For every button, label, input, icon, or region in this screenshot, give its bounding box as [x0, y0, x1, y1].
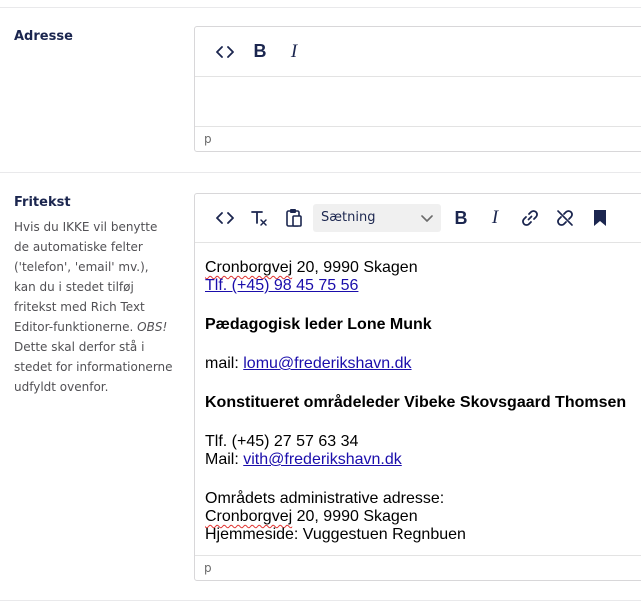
- fritekst-content[interactable]: Cronborgvej 20, 9990 Skagen Tlf. (+45) 9…: [205, 259, 626, 544]
- description-text-2: Dette skal derfor stå i stedet for infor…: [14, 340, 173, 394]
- fritekst-label: Fritekst: [14, 195, 71, 210]
- acting-heading: Konstitueret områdeleder Vibeke Skovsgaa…: [205, 394, 627, 411]
- italic-icon[interactable]: I: [278, 27, 310, 76]
- fritekst-description: Hvis du IKKE vil benytte de automatiske …: [14, 217, 174, 397]
- address-rest: 20, 9990 Skagen: [292, 259, 418, 276]
- adresse-label: Adresse: [14, 29, 73, 44]
- fritekst-toolbar: Sætning B I: [195, 194, 641, 243]
- element-path[interactable]: p: [204, 561, 212, 575]
- admin-address-line: Cronborgvej 20, 9990 Skagen: [205, 508, 626, 526]
- leader-heading: Pædagogisk leder Lone Munk: [205, 316, 432, 333]
- paste-icon[interactable]: [278, 194, 310, 242]
- description-text: Hvis du IKKE vil benytte de automatiske …: [14, 220, 158, 334]
- address-street: Cronborgvej: [205, 259, 293, 276]
- phone-line: Tlf. (+45) 27 57 63 34: [205, 433, 359, 450]
- mail2-line: Mail: vith@frederikshavn.dk: [205, 451, 626, 469]
- bookmark-icon[interactable]: [584, 194, 616, 242]
- fritekst-editor: Sætning B I Cronborgvej 20, 9990 Skagen …: [194, 193, 641, 581]
- unlink-icon[interactable]: [549, 194, 581, 242]
- mail-link[interactable]: lomu@frederikshavn.dk: [243, 355, 411, 372]
- mail-line: mail: lomu@frederikshavn.dk: [205, 355, 626, 373]
- middle-divider: [0, 172, 641, 173]
- adresse-statusbar: p: [195, 126, 641, 151]
- remove-format-icon[interactable]: [243, 194, 275, 242]
- mail2-link[interactable]: vith@frederikshavn.dk: [243, 451, 402, 468]
- adresse-content-area[interactable]: [195, 77, 641, 126]
- link-icon[interactable]: [514, 194, 546, 242]
- homepage-line: Hjemmeside: Vuggestuen Regnbuen: [205, 526, 466, 543]
- code-icon[interactable]: [209, 194, 241, 242]
- chevron-down-icon: [421, 212, 433, 227]
- block-format-select[interactable]: Sætning: [313, 204, 441, 232]
- element-path[interactable]: p: [204, 132, 212, 146]
- italic-icon[interactable]: I: [479, 194, 511, 242]
- bold-icon[interactable]: B: [445, 194, 477, 242]
- bottom-divider: [0, 600, 641, 601]
- description-obs: OBS!: [137, 320, 168, 334]
- block-format-value: Sætning: [321, 210, 376, 225]
- adresse-toolbar: B I: [195, 27, 641, 77]
- address-line: Cronborgvej 20, 9990 Skagen: [205, 259, 626, 277]
- admin-rest: 20, 9990 Skagen: [292, 508, 418, 525]
- code-icon[interactable]: [209, 27, 241, 76]
- admin-label: Områdets administrative adresse:: [205, 490, 445, 507]
- bold-icon[interactable]: B: [244, 27, 276, 76]
- mail-label: mail:: [205, 355, 244, 372]
- fritekst-statusbar: p: [195, 555, 641, 580]
- top-divider: [0, 7, 641, 8]
- mail2-label: Mail:: [205, 451, 244, 468]
- adresse-editor: B I p: [194, 26, 641, 152]
- phone-link[interactable]: Tlf. (+45) 98 45 75 56: [205, 277, 358, 294]
- admin-street: Cronborgvej: [205, 508, 293, 525]
